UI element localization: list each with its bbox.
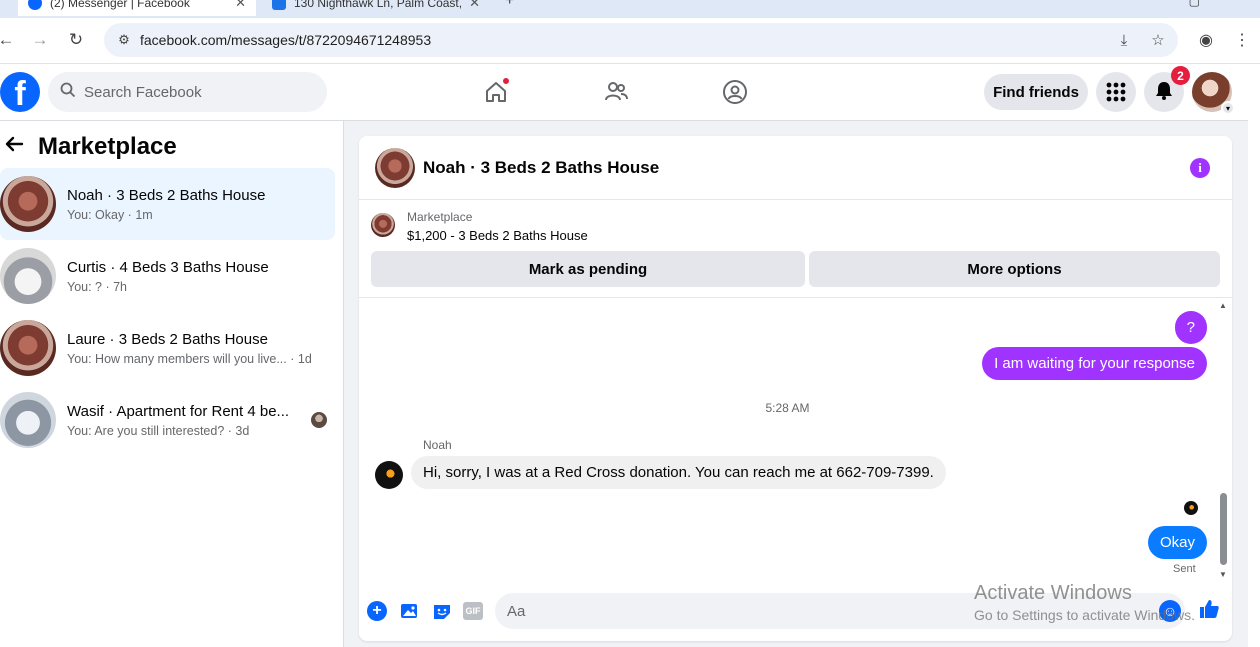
account-avatar[interactable]: ▾ — [1192, 72, 1235, 115]
chat-panel: Noah · 3 Beds 2 Baths House i Marketplac… — [359, 136, 1232, 641]
scrollbar-thumb[interactable] — [1220, 493, 1227, 565]
conversation-name: Wasif · Apartment for Rent 4 be... — [67, 402, 290, 420]
chevron-down-icon: ▾ — [1221, 101, 1235, 115]
address-bar[interactable]: ⚙ facebook.com/messages/t/87220946712489… — [104, 23, 1178, 57]
conversation-preview: You: ? · 7h — [67, 279, 128, 294]
outgoing-message[interactable]: ? — [1174, 311, 1207, 344]
reload-icon[interactable]: ↻ — [64, 28, 88, 52]
outgoing-message[interactable]: I am waiting for your response — [982, 347, 1207, 380]
read-receipt-avatar — [1184, 501, 1198, 515]
scroll-down-icon[interactable]: ▼ — [1219, 570, 1227, 579]
info-icon[interactable]: i — [1190, 158, 1210, 178]
forward-arrow-icon[interactable]: → — [28, 28, 52, 52]
message-list: ? I am waiting for your response 5:28 AM… — [359, 299, 1232, 581]
listing-label: Marketplace — [407, 210, 473, 224]
tab-title: 130 Nighthawk Ln, Palm Coast, — [294, 0, 463, 10]
listing-card: Marketplace $1,200 - 3 Beds 2 Baths Hous… — [359, 200, 1232, 298]
sidebar-title: Marketplace — [38, 133, 177, 160]
find-friends-button[interactable]: Find friends — [984, 74, 1088, 110]
bookmark-star-icon[interactable]: ☆ — [1148, 30, 1168, 50]
more-options-button[interactable]: More options — [809, 251, 1220, 287]
home-icon[interactable] — [478, 74, 514, 110]
conversation-preview: You: How many members will you live... ·… — [67, 351, 312, 366]
notifications-button[interactable]: 2 — [1144, 66, 1190, 112]
listing-thumbnail[interactable] — [371, 213, 395, 237]
listing-thumbnail — [0, 176, 56, 232]
notification-count-badge: 2 — [1171, 66, 1190, 85]
browser-tabstrip: (2) Messenger | Facebook ✕ 130 Nighthawk… — [0, 0, 1260, 18]
conversation-name: Noah · 3 Beds 2 Baths House — [67, 186, 266, 204]
listing-thumbnail — [0, 320, 56, 376]
incoming-message[interactable]: Hi, sorry, I was at a Red Cross donation… — [411, 456, 946, 489]
sidebar-header: Marketplace — [4, 133, 177, 161]
sticker-icon[interactable] — [431, 600, 453, 622]
seen-avatar — [311, 412, 327, 428]
browser-toolbar: ← → ↻ ⚙ facebook.com/messages/t/87220946… — [0, 18, 1260, 64]
page-scrollbar[interactable] — [1248, 64, 1260, 647]
facebook-search[interactable] — [48, 72, 327, 112]
window-restore-icon[interactable]: ▢ — [1189, 0, 1200, 8]
close-tab-icon[interactable]: ✕ — [235, 0, 246, 11]
tab-title: (2) Messenger | Facebook — [50, 0, 190, 10]
search-input[interactable] — [84, 83, 304, 101]
listing-price-title[interactable]: $1,200 - 3 Beds 2 Baths House — [407, 228, 588, 243]
scroll-up-icon[interactable]: ▲ — [1219, 301, 1227, 310]
new-tab-icon[interactable]: + — [505, 0, 514, 10]
mark-as-pending-button[interactable]: Mark as pending — [371, 251, 805, 287]
thumbs-up-icon[interactable] — [1198, 598, 1220, 626]
message-status: Sent — [1173, 563, 1196, 575]
outgoing-message[interactable]: Okay — [1147, 526, 1207, 559]
page-favicon-icon — [272, 0, 286, 10]
conversation-item-curtis[interactable]: Curtis · 4 Beds 3 Baths House You: ? · 7… — [0, 240, 335, 312]
search-icon — [60, 82, 76, 103]
site-settings-icon[interactable]: ⚙ — [114, 30, 134, 50]
groups-icon[interactable] — [717, 74, 753, 110]
sender-avatar[interactable] — [375, 461, 403, 489]
conversation-item-noah[interactable]: Noah · 3 Beds 2 Baths House You: Okay · … — [0, 168, 335, 240]
install-app-icon[interactable]: ⤓ — [1114, 30, 1134, 50]
chat-title[interactable]: Noah · 3 Beds 2 Baths House — [423, 158, 659, 178]
menu-grid-icon[interactable] — [1096, 72, 1136, 112]
listing-thumbnail — [0, 392, 56, 448]
conversation-name: Curtis · 4 Beds 3 Baths House — [67, 258, 269, 276]
friends-icon[interactable] — [598, 74, 634, 110]
message-scrollbar[interactable]: ▲ ▼ — [1217, 299, 1229, 581]
message-input[interactable] — [495, 593, 1185, 629]
profile-account-icon[interactable]: ◉ — [1188, 28, 1224, 52]
chat-avatar[interactable] — [375, 147, 415, 188]
add-icon[interactable]: + — [367, 601, 387, 621]
emoji-icon[interactable]: ☺ — [1159, 600, 1181, 622]
conversation-item-wasif[interactable]: Wasif · Apartment for Rent 4 be... You: … — [0, 384, 335, 456]
browser-tab-listing[interactable]: 130 Nighthawk Ln, Palm Coast, ✕ — [262, 0, 490, 16]
message-timestamp: 5:28 AM — [765, 401, 810, 415]
photo-icon[interactable] — [399, 600, 421, 622]
browser-tab-messenger[interactable]: (2) Messenger | Facebook ✕ — [18, 0, 256, 16]
back-arrow-icon[interactable] — [4, 134, 24, 160]
close-tab-icon[interactable]: ✕ — [469, 0, 480, 11]
sender-name: Noah — [423, 438, 452, 452]
url-text: facebook.com/messages/t/8722094671248953 — [140, 32, 432, 48]
bell-icon — [1154, 80, 1174, 105]
conversation-name: Laure · 3 Beds 2 Baths House — [67, 330, 268, 348]
conversation-item-laure[interactable]: Laure · 3 Beds 2 Baths House You: How ma… — [0, 312, 335, 384]
chrome-menu-icon[interactable]: ⋮ — [1224, 28, 1260, 52]
gif-icon[interactable]: GIF — [463, 602, 483, 620]
conversation-preview: You: Are you still interested? · 3d — [67, 423, 250, 438]
home-notification-dot — [502, 77, 510, 85]
facebook-header: f Find friends 2 ▾ — [0, 64, 1260, 121]
chat-header: Noah · 3 Beds 2 Baths House i — [359, 136, 1232, 200]
facebook-logo-icon[interactable]: f — [0, 72, 40, 112]
conversation-preview: You: Okay · 1m — [67, 207, 153, 222]
message-composer: + GIF ☺ — [359, 592, 1232, 632]
facebook-favicon-icon — [28, 0, 42, 10]
marketplace-sidebar: Marketplace Noah · 3 Beds 2 Baths House … — [0, 121, 344, 647]
back-arrow-icon[interactable]: ← — [0, 28, 18, 52]
listing-thumbnail — [0, 248, 56, 304]
